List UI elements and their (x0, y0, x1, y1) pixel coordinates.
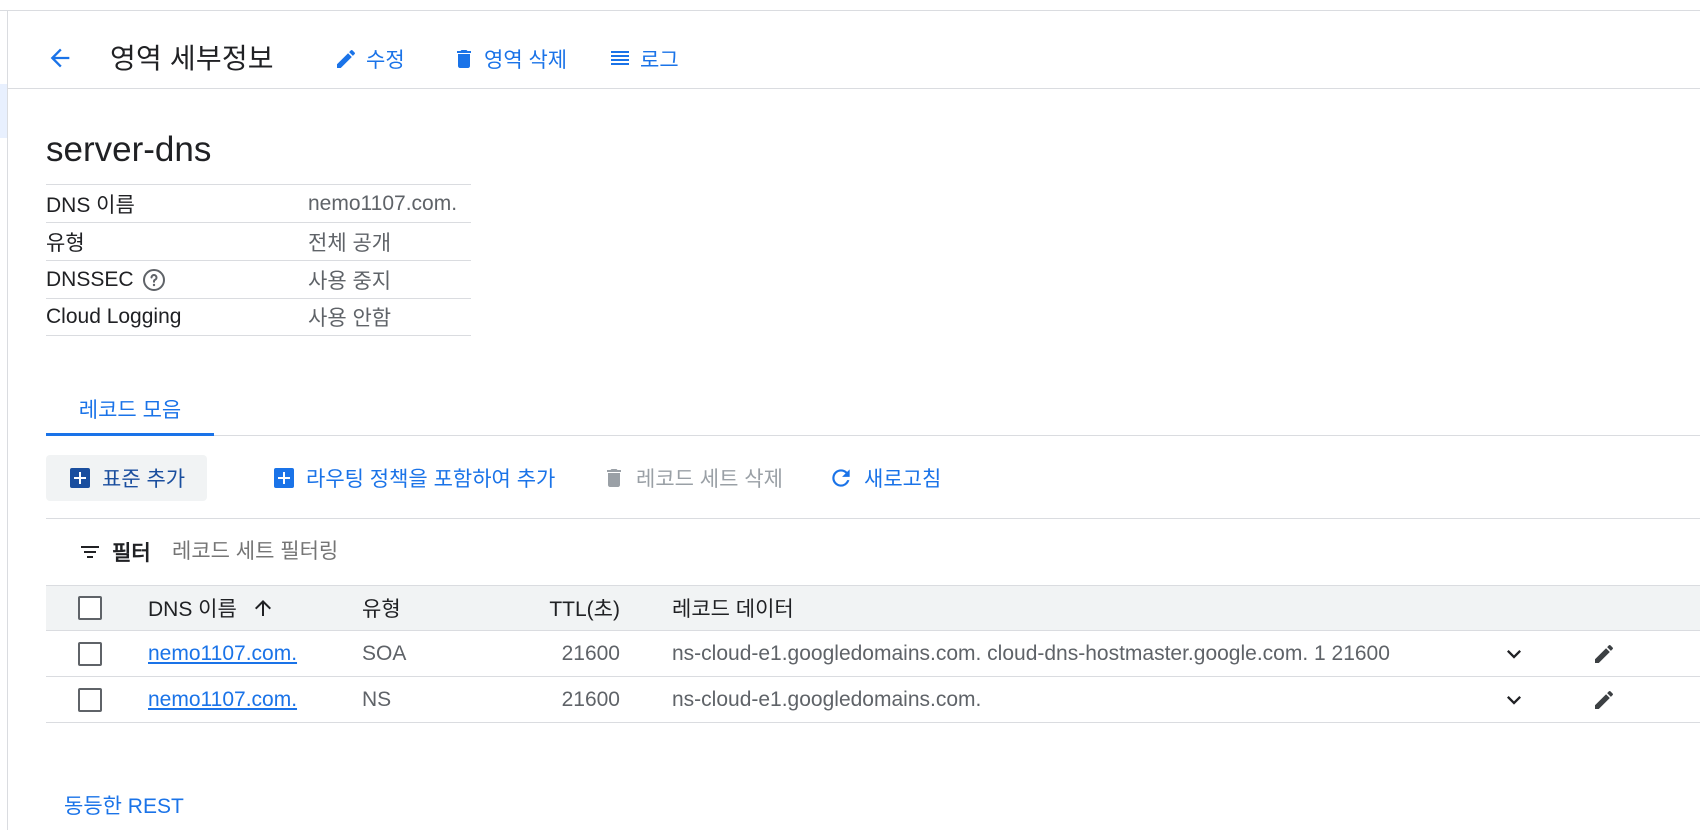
detail-label: DNS 이름 (46, 193, 135, 217)
zone-details-table: DNS 이름 nemo1107.com. 유형 전체 공개 DNSSEC 사용 … (46, 184, 471, 336)
chevron-down-icon (1507, 695, 1521, 705)
arrow-back-icon (50, 48, 70, 68)
add-box-icon (274, 468, 294, 488)
expand-row-button[interactable] (1494, 631, 1534, 676)
filter-input[interactable] (172, 540, 572, 564)
nav-selection-indicator (0, 84, 7, 138)
type-cell: SOA (362, 641, 407, 665)
dns-name-cell: nemo1107.com. (148, 631, 297, 676)
delete-zone-label: 영역 삭제 (484, 49, 568, 72)
detail-row-dnssec: DNSSEC 사용 중지 (46, 260, 471, 298)
add-with-routing-button[interactable]: 라우팅 정책을 포함하여 추가 (250, 455, 577, 501)
delete-zone-button[interactable]: 영역 삭제 (452, 39, 567, 79)
logs-label: 로그 (640, 49, 679, 72)
table-row: nemo1107.com. NS 21600 ns-cloud-e1.googl… (46, 677, 1700, 723)
column-header-ttl: TTL(초) (549, 598, 620, 621)
ttl-cell: 21600 (561, 641, 620, 665)
ttl-cell: 21600 (561, 687, 620, 711)
column-header-dns-name[interactable]: DNS 이름 (148, 586, 275, 630)
record-toolbar: 표준 추가 라우팅 정책을 포함하여 추가 레코드 세트 삭제 새로고침 (46, 451, 1700, 519)
row-select-cell (78, 631, 102, 676)
trash-icon (457, 50, 471, 68)
pencil-icon (1595, 644, 1614, 663)
logs-button[interactable]: 로그 (608, 39, 679, 79)
refresh-button[interactable]: 새로고침 (806, 455, 963, 501)
add-box-icon (70, 468, 90, 488)
sort-arrow-up-icon[interactable] (251, 596, 275, 620)
table-header-row: DNS 이름 유형 TTL(초) 레코드 데이터 (46, 585, 1700, 631)
row-checkbox[interactable] (78, 641, 102, 666)
filter-label: 필터 (112, 542, 151, 565)
page-header: 영역 세부정보 수정 영역 삭제 로그 (8, 11, 1700, 89)
row-checkbox[interactable] (78, 687, 102, 712)
detail-value: 사용 안함 (308, 307, 392, 330)
trash-icon (607, 469, 621, 487)
expand-row-button[interactable] (1494, 677, 1534, 722)
dns-name-cell: nemo1107.com. (148, 677, 297, 722)
detail-label-wrapper: DNSSEC (46, 268, 166, 292)
add-standard-label: 표준 추가 (102, 468, 186, 491)
add-standard-button[interactable]: 표준 추가 (46, 455, 208, 501)
detail-label: 유형 (46, 231, 85, 255)
edit-button[interactable]: 수정 (334, 39, 405, 79)
pencil-icon (337, 49, 356, 68)
record-data-cell: ns-cloud-e1.googledomains.com. (672, 687, 982, 711)
delete-record-sets-button[interactable]: 레코드 세트 삭제 (580, 455, 805, 501)
pencil-icon (1595, 690, 1614, 709)
detail-row-cloud-logging: Cloud Logging 사용 안함 (46, 298, 471, 336)
select-all-checkbox[interactable] (78, 596, 102, 620)
column-header-record-data: 레코드 데이터 (672, 598, 794, 621)
left-divider (7, 10, 8, 830)
detail-label: Cloud Logging (46, 305, 182, 328)
page-title: 영역 세부정보 (110, 43, 274, 74)
tab-record-sets[interactable]: 레코드 모음 (46, 384, 214, 436)
chevron-down-icon (1507, 649, 1521, 659)
detail-value: 사용 중지 (308, 269, 392, 293)
dns-name-link[interactable]: nemo1107.com. (148, 642, 297, 666)
row-select-cell (78, 677, 102, 722)
edit-record-button[interactable] (1584, 677, 1624, 722)
zone-name: server-dns (46, 130, 212, 169)
edit-label: 수정 (366, 49, 405, 72)
select-all-cell (78, 586, 102, 630)
equivalent-rest-link[interactable]: 동등한 REST (64, 790, 184, 820)
column-header-type: 유형 (362, 598, 401, 621)
record-data-cell: ns-cloud-e1.googledomains.com. cloud-dns… (672, 641, 1390, 665)
detail-label: DNSSEC (46, 267, 134, 291)
add-with-routing-label: 라우팅 정책을 포함하여 추가 (306, 468, 556, 491)
refresh-icon (832, 469, 850, 487)
filter-bar: 필터 (46, 530, 846, 574)
type-cell: NS (362, 687, 392, 711)
column-header-label: DNS 이름 (148, 598, 237, 621)
detail-row-type: 유형 전체 공개 (46, 222, 471, 260)
table-row: nemo1107.com. SOA 21600 ns-cloud-e1.goog… (46, 631, 1700, 677)
help-icon[interactable] (142, 268, 166, 292)
refresh-label: 새로고침 (864, 468, 942, 491)
dns-name-link[interactable]: nemo1107.com. (148, 688, 297, 712)
list-lines-icon (611, 51, 629, 65)
detail-value: nemo1107.com. (308, 191, 458, 215)
detail-row-dns-name: DNS 이름 nemo1107.com. (46, 184, 471, 222)
delete-record-sets-label: 레코드 세트 삭제 (636, 468, 783, 491)
filter-icon (81, 546, 99, 558)
record-sets-table: DNS 이름 유형 TTL(초) 레코드 데이터 nemo1107.com. S… (46, 585, 1700, 723)
back-button[interactable] (36, 34, 84, 82)
edit-record-button[interactable] (1584, 631, 1624, 676)
detail-value: 전체 공개 (308, 231, 392, 255)
tab-bar: 레코드 모음 (46, 384, 1700, 436)
